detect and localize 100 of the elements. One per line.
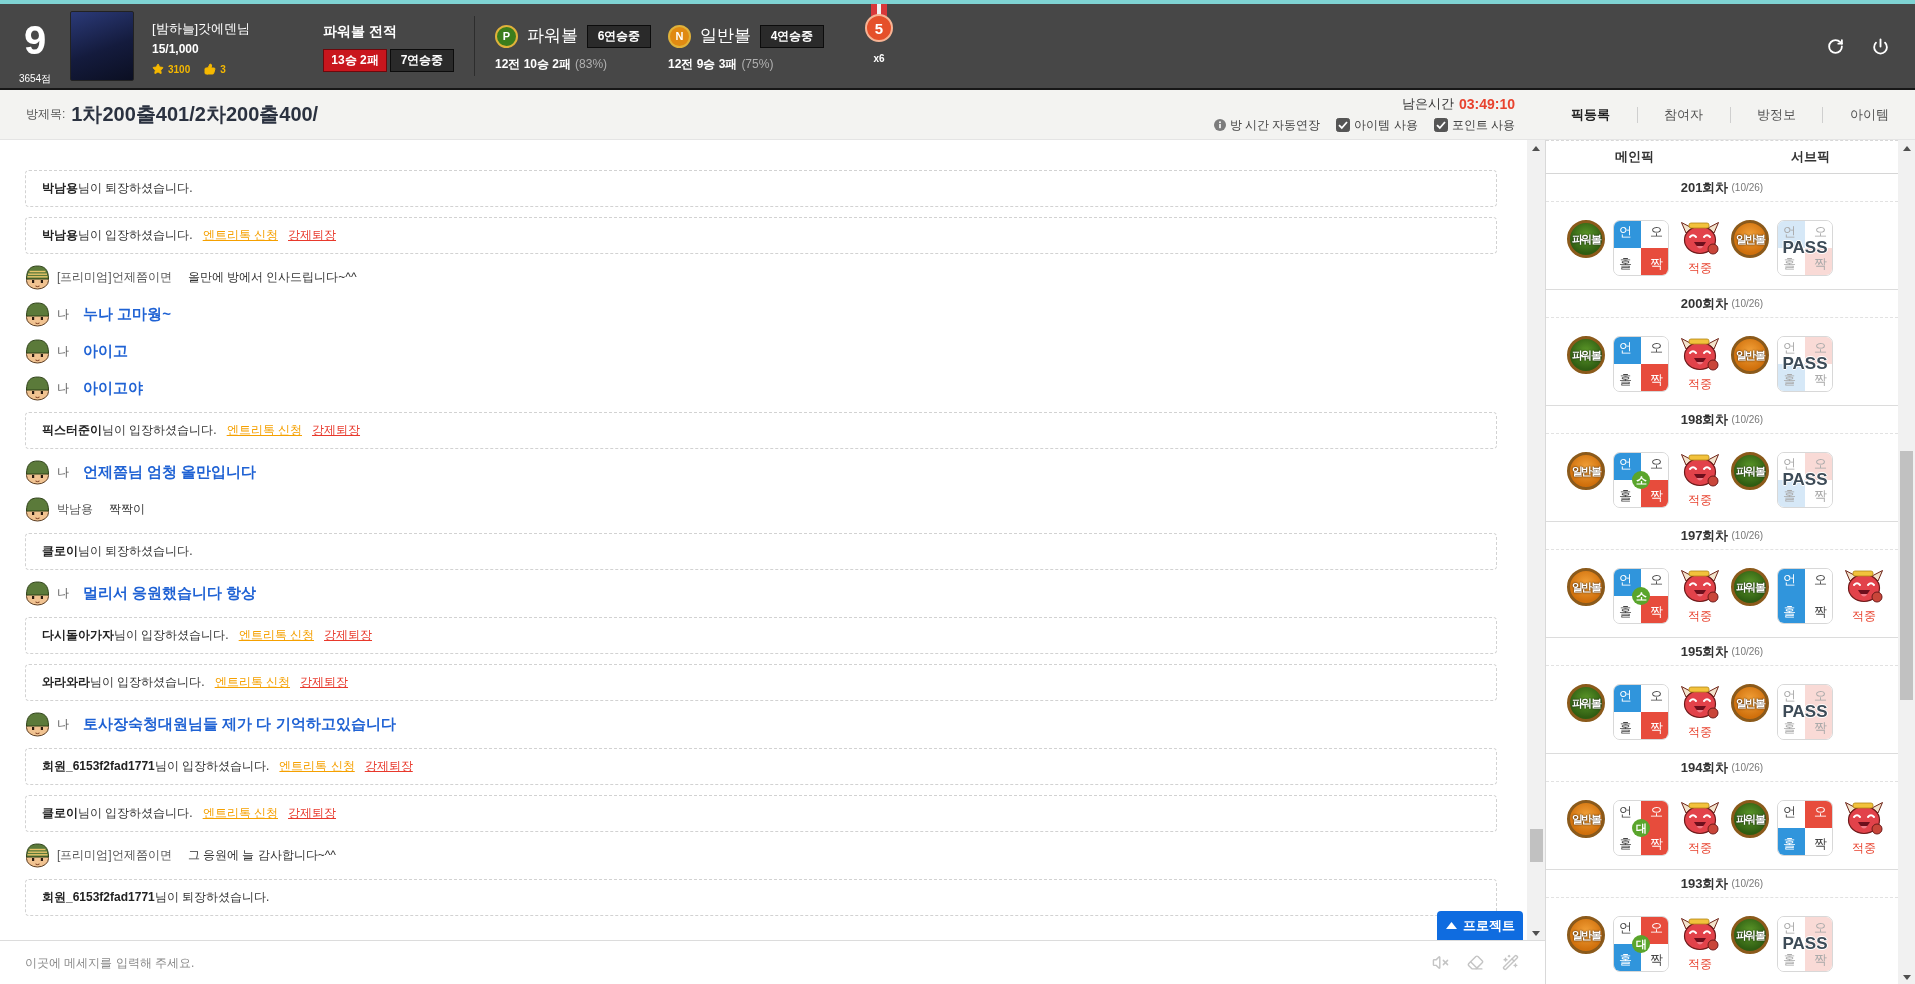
streak-tag: 4연승중 [760,24,824,48]
round-date: (10/26) [1731,878,1764,889]
pick-cell: 홀 [1778,596,1805,623]
text-link[interactable]: 강제퇴장 [324,627,372,644]
text-link[interactable]: 엔트리톡 신청 [226,422,302,439]
scrollbar-thumb[interactable] [1900,451,1913,700]
sender-name: 나 [57,343,69,360]
room-title: 1차200출401/2차200출400/ [71,102,319,127]
ball-type-badge: 일반볼 [1731,684,1769,722]
text-link[interactable]: 엔트리톡 신청 [238,627,314,644]
pick-cell: 언 [1778,569,1805,596]
horned-face-icon [1680,336,1720,372]
project-button[interactable]: 프로젝트 [1437,911,1523,940]
sender-name: 나 [57,716,69,733]
streak-tag: 6연승중 [587,24,651,48]
timer-value: 03:49:10 [1458,96,1515,112]
horned-face-icon [1680,452,1720,488]
notice-text: 박남용님이 퇴장하셨습니다. [42,180,193,197]
sender-name: 박남용 [57,501,93,518]
text-link[interactable]: 엔트리톡 신청 [202,227,278,244]
sender-name: 나 [57,306,69,323]
text-link[interactable]: 엔트리톡 신청 [214,674,290,691]
ball-type-badge: 파워볼 [1731,568,1769,606]
pick-cell: 오 [1805,801,1832,828]
ball-type-badge: 일반볼 [1567,916,1605,954]
ball-type-badge: 일반볼 [1567,800,1605,838]
pick-cell: 홀 [1778,828,1805,855]
score-text: 3654점 [18,73,52,85]
ball-type-badge: 파워볼 [1731,452,1769,490]
tab[interactable]: 방정보 [1729,106,1823,123]
tab[interactable]: 픽등록 [1545,106,1637,123]
round-title: 194회차 [1680,758,1729,777]
streak-tag: 7연승중 [390,49,454,72]
notice-text: 클로이님이 입장하셨습니다. [42,805,193,822]
power-icon[interactable] [1872,37,1889,55]
pick-cell: 언 [1614,221,1641,248]
ball-type-badge: 파워볼 [1567,684,1605,722]
pick-cell: 언 [1614,337,1641,364]
result-label: 적중 [1688,957,1712,971]
record-tag: 13승 2패 [323,49,387,72]
thumbs-up-icon [204,63,217,75]
chat-message: 멀리서 응원했습니다 항상 [83,584,257,603]
refresh-icon[interactable] [1827,37,1844,55]
text-link[interactable]: 엔트리톡 신청 [279,758,355,775]
round-title: 193회차 [1680,874,1729,893]
notice-text: 클로이님이 퇴장하셨습니다. [42,543,193,560]
tab[interactable]: 참여자 [1636,106,1730,123]
round-title: 201회차 [1680,178,1729,197]
sender-name: 나 [57,380,69,397]
sender-name: [프리미엄]언제쯤이면 [57,847,172,864]
record-summary: 12전 10승 2패 [495,55,572,73]
round-date: (10/26) [1731,182,1764,193]
horned-face-icon [1680,568,1720,604]
result-label: 적중 [1852,609,1876,623]
scroll-up-icon[interactable] [1532,146,1540,151]
text-link[interactable]: 강제퇴장 [312,422,360,439]
like-count: 3 [220,63,226,75]
chat-message: 올만에 방에서 인사드립니다~^^ [187,269,357,286]
round-date: (10/26) [1731,646,1764,657]
text-link[interactable]: 강제퇴장 [288,227,336,244]
tab[interactable]: 아이템 [1822,106,1915,123]
text-link[interactable]: 강제퇴장 [364,758,413,775]
scrollbar-thumb[interactable] [1529,829,1543,862]
scroll-down-icon[interactable] [1902,975,1911,980]
info-icon [1213,119,1226,131]
scroll-up-icon[interactable] [1902,146,1911,151]
message-input[interactable]: 이곳에 메세지를 입력해 주세요. [25,950,1414,975]
text-link[interactable]: 엔트리톡 신청 [202,805,278,822]
result-label: 적중 [1688,841,1712,855]
option-label: 아이템 사용 [1354,116,1418,134]
ball-type-badge: 파워볼 [1731,800,1769,838]
notice-text: 다시돌아가자님이 입장하셨습니다. [42,627,229,644]
room-title-label: 방제목: [26,106,66,123]
checkbox[interactable] [1336,118,1351,132]
horned-face-icon [1680,684,1720,720]
text-link[interactable]: 강제퇴장 [300,674,348,691]
star-icon [152,63,164,75]
horned-face-icon [1844,568,1884,604]
notice-text: 회원_6153f2fad1771님이 입장하셨습니다. [42,758,270,775]
notice-text: 와라와라님이 입장하셨습니다. [42,674,205,691]
pick-cell: 언 [1614,685,1641,712]
text-link[interactable]: 강제퇴장 [288,805,336,822]
record-summary: 12전 9승 3패 [668,55,738,73]
ball-name: 일반볼 [700,25,751,47]
ball-type-badge: 파워볼 [1567,220,1605,258]
notice-text: 회원_6153f2fad1771님이 퇴장하셨습니다. [42,889,270,906]
ball-type-badge: 일반볼 [1731,336,1769,374]
round-title: 197회차 [1680,526,1729,545]
ball-type-badge: 파워볼 [1567,336,1605,374]
user-name: [밤하늘]갓에덴님 [152,20,251,38]
pick-cell: 짝 [1641,248,1668,275]
ball-letter-badge: N [668,24,691,48]
horned-face-icon [1844,800,1884,836]
horned-face-icon [1680,220,1720,256]
scroll-down-icon[interactable] [1532,931,1540,936]
checkbox[interactable] [1433,118,1448,132]
chat-message: 그 응원에 늘 감사합니다~^^ [187,847,336,864]
result-label: 적중 [1688,493,1712,507]
ball-type-badge: 일반볼 [1567,568,1605,606]
chat-message: 짝짝이 [109,501,145,518]
